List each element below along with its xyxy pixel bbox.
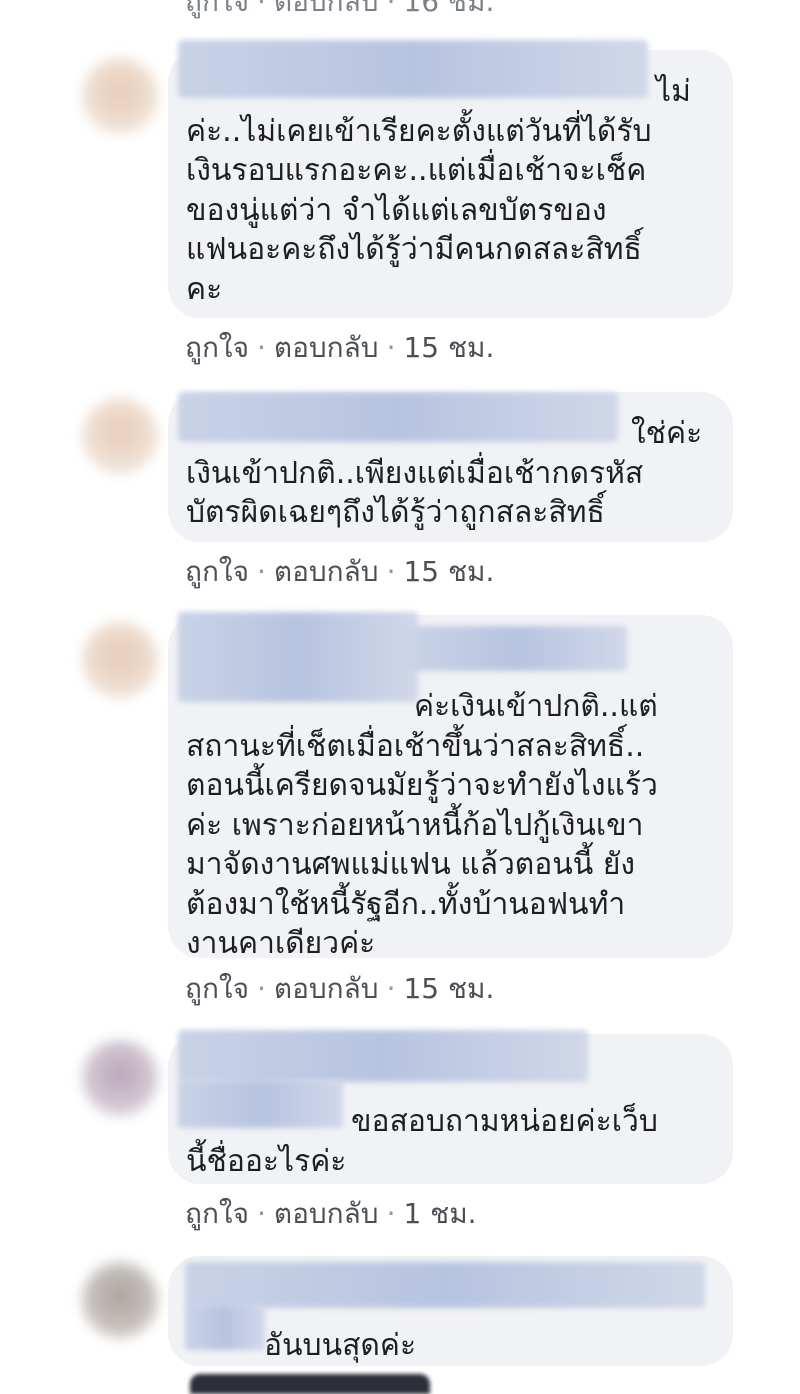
partial-attachment: [190, 1374, 430, 1394]
comment-actions: ถูกใจ · ตอบกลับ · 15 ชม.: [185, 967, 494, 1011]
timestamp: 15 ชม.: [403, 331, 495, 364]
reply-link[interactable]: ตอบกลับ: [274, 550, 379, 594]
separator: ·: [386, 555, 396, 588]
separator: ·: [386, 0, 396, 18]
avatar[interactable]: [82, 622, 158, 698]
timestamp: 1 ชม.: [403, 1197, 477, 1230]
comment-actions: ถูกใจ · ตอบกลับ · 1 ชม.: [185, 1192, 477, 1236]
commenter-name-blurred[interactable]: [412, 626, 627, 671]
reply-link[interactable]: ตอบกลับ: [274, 326, 379, 370]
avatar[interactable]: [82, 398, 158, 474]
like-link[interactable]: ถูกใจ: [185, 550, 249, 594]
comment-actions-top: ถูกใจ · ตอบกลับ · 16 ชม.: [185, 0, 494, 24]
like-link[interactable]: ถูกใจ: [185, 1192, 249, 1236]
separator: ·: [386, 1197, 396, 1230]
commenter-name-blurred[interactable]: [178, 1030, 588, 1082]
reply-link[interactable]: ตอบกลับ: [274, 0, 379, 24]
commenter-name-blurred[interactable]: [178, 392, 618, 442]
commenter-name-blurred[interactable]: [185, 1305, 265, 1350]
comment-text: ไม่ ค่ะ..ไม่เคยเข้าเรียคะตั้งแต่วันที่ได…: [186, 74, 691, 307]
comment-actions: ถูกใจ · ตอบกลับ · 15 ชม.: [185, 550, 494, 594]
commenter-name-blurred[interactable]: [178, 40, 648, 98]
avatar[interactable]: [82, 58, 158, 134]
separator: ·: [256, 1197, 266, 1230]
commenter-name-blurred[interactable]: [178, 612, 418, 702]
like-link[interactable]: ถูกใจ: [185, 967, 249, 1011]
separator: ·: [256, 555, 266, 588]
reply-link[interactable]: ตอบกลับ: [274, 1192, 379, 1236]
timestamp: 16 ชม.: [403, 0, 495, 18]
timestamp: 15 ชม.: [403, 972, 495, 1005]
separator: ·: [256, 331, 266, 364]
like-link[interactable]: ถูกใจ: [185, 326, 249, 370]
reply-link[interactable]: ตอบกลับ: [274, 967, 379, 1011]
separator: ·: [386, 331, 396, 364]
separator: ·: [386, 972, 396, 1005]
avatar[interactable]: [82, 1262, 158, 1338]
timestamp: 15 ชม.: [403, 555, 495, 588]
like-link[interactable]: ถูกใจ: [185, 0, 249, 24]
separator: ·: [256, 0, 266, 18]
avatar[interactable]: [82, 1040, 158, 1116]
commenter-name-blurred[interactable]: [185, 1262, 705, 1308]
commenter-name-blurred[interactable]: [178, 1080, 343, 1128]
separator: ·: [256, 972, 266, 1005]
comment-actions: ถูกใจ · ตอบกลับ · 15 ชม.: [185, 326, 494, 370]
